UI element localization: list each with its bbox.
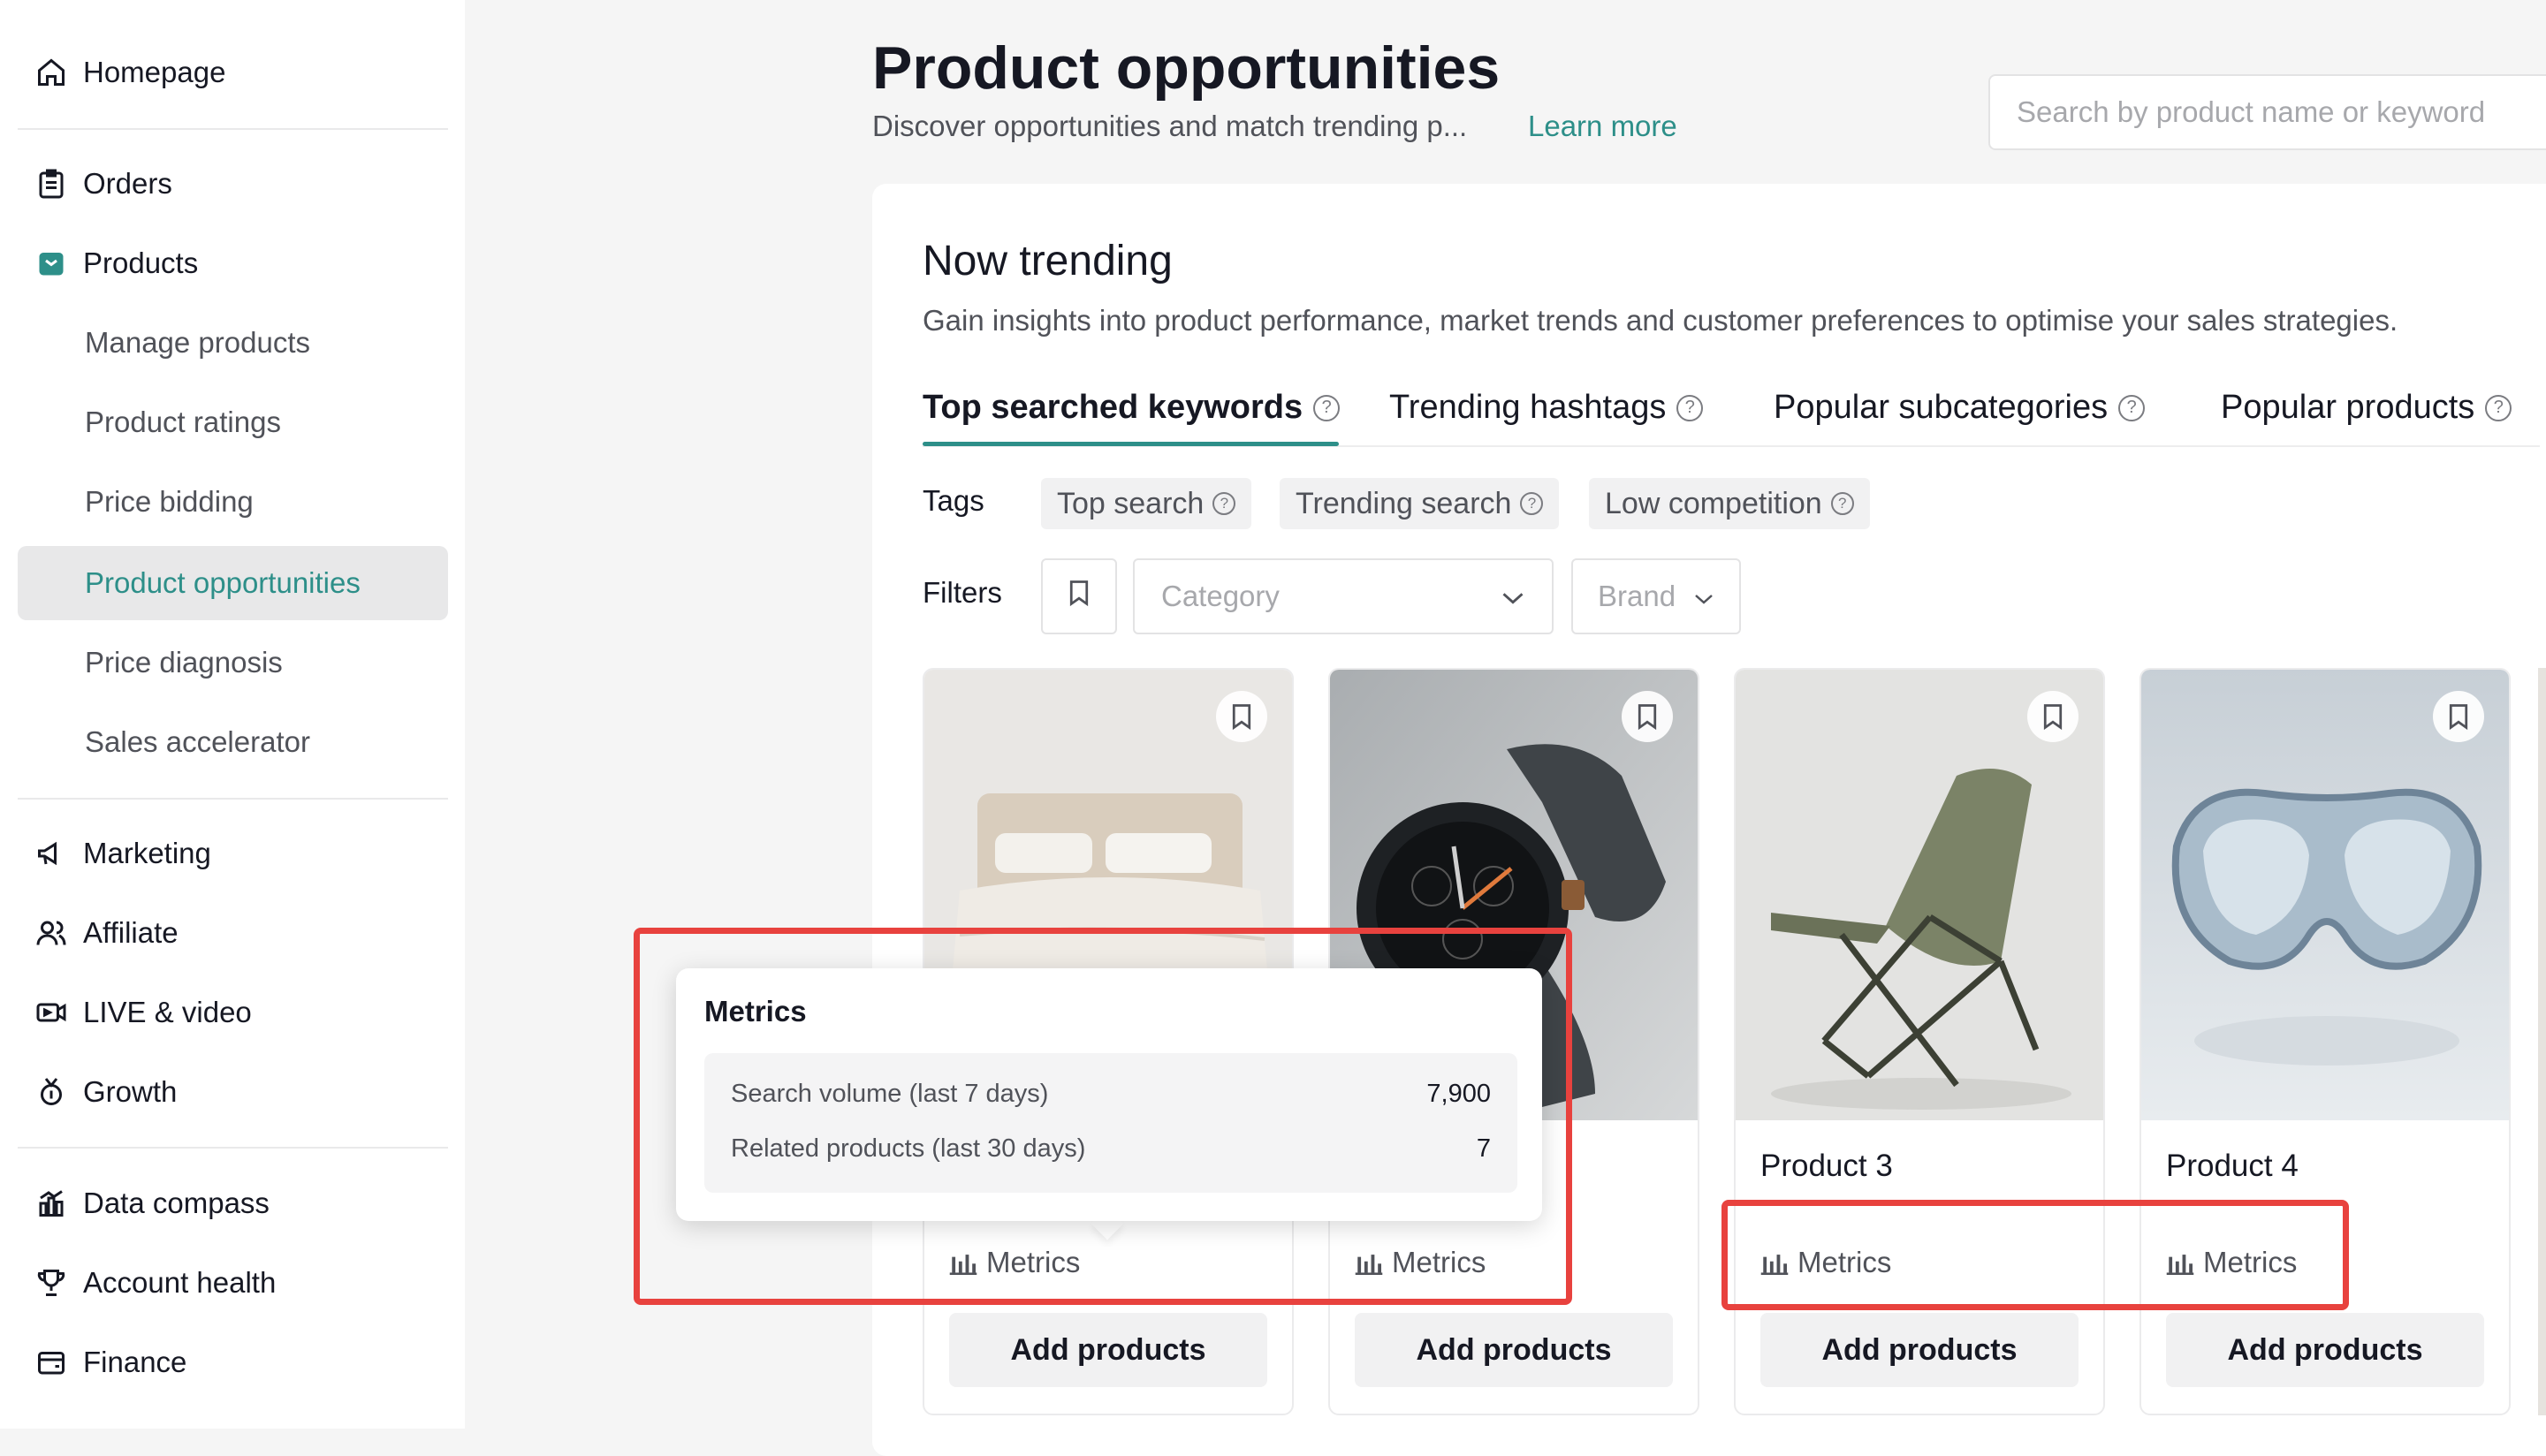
sidebar-item-label: LIVE & video [83, 996, 252, 1028]
tags-label: Tags [923, 484, 984, 517]
add-products-button[interactable]: Add products [1355, 1313, 1673, 1387]
sidebar-divider [18, 128, 448, 130]
sidebar-item-orders[interactable]: Orders [18, 147, 448, 221]
video-icon [35, 997, 67, 1028]
sidebar-item-products[interactable]: Products [18, 226, 448, 300]
help-icon[interactable]: ? [2118, 394, 2146, 421]
bookmark-icon [1066, 578, 1092, 615]
tab-popular-products[interactable]: Popular products ? [2221, 389, 2512, 427]
sidebar-item-label: Affiliate [83, 916, 179, 949]
sidebar-item-label: Manage products [85, 326, 310, 359]
section-description: Gain insights into product performance, … [923, 304, 2398, 337]
help-icon[interactable]: ? [2485, 394, 2512, 421]
category-dropdown[interactable]: Category [1133, 558, 1554, 634]
tag-trending-search[interactable]: Trending search ? [1280, 478, 1560, 529]
help-icon[interactable]: ? [1830, 492, 1854, 515]
brand-placeholder: Brand [1598, 580, 1676, 612]
highlight-box-tooltip [634, 928, 1572, 1305]
sidebar-item-sales-accelerator[interactable]: Sales accelerator [18, 705, 448, 779]
saved-filter-button[interactable] [1041, 558, 1117, 634]
tab-label: Top searched keywords [923, 389, 1303, 426]
home-icon [35, 57, 67, 88]
tab-trending-hashtags[interactable]: Trending hashtags ? [1389, 389, 1704, 427]
people-icon [35, 917, 67, 949]
sidebar-item-label: Data compass [83, 1187, 270, 1219]
help-icon[interactable]: ? [1313, 394, 1341, 421]
sidebar-item-affiliate[interactable]: Affiliate [18, 896, 448, 970]
tab-label: Popular products [2221, 389, 2475, 426]
sidebar-item-label: Account health [83, 1266, 277, 1299]
tag-label: Trending search [1296, 486, 1512, 520]
sidebar: Homepage Orders Products Manage products… [0, 0, 465, 1429]
sidebar-divider [18, 1147, 448, 1149]
active-tab-indicator [923, 442, 1339, 446]
chevron-down-icon [1693, 580, 1714, 613]
tab-label: Trending hashtags [1389, 389, 1667, 426]
brand-dropdown[interactable]: Brand [1571, 558, 1741, 634]
learn-more-link[interactable]: Learn more [1528, 110, 1677, 143]
bag-icon [35, 247, 67, 279]
sidebar-item-label: Sales accelerator [85, 725, 310, 758]
sidebar-item-data-compass[interactable]: Data compass [18, 1166, 448, 1240]
tag-top-search[interactable]: Top search ? [1041, 478, 1252, 529]
bookmark-button[interactable] [2027, 691, 2079, 742]
bookmark-button[interactable] [2433, 691, 2484, 742]
tag-low-competition[interactable]: Low competition ? [1589, 478, 1870, 529]
page-title: Product opportunities [872, 34, 1501, 102]
sidebar-item-label: Price bidding [85, 485, 254, 518]
sidebar-item-label: Orders [83, 167, 172, 200]
sidebar-item-label: Products [83, 246, 199, 279]
tab-popular-subcategories[interactable]: Popular subcategories ? [1774, 389, 2146, 427]
help-icon[interactable]: ? [1676, 394, 1704, 421]
product-name: Product 4 [2166, 1149, 2299, 1183]
highlight-box-metrics [1721, 1200, 2349, 1310]
sidebar-item-finance[interactable]: Finance [18, 1325, 448, 1399]
sidebar-item-label: Marketing [83, 837, 211, 869]
sidebar-item-product-opportunities[interactable]: Product opportunities [18, 546, 448, 620]
product-card-partial [2538, 668, 2546, 1415]
tag-label: Top search [1057, 486, 1205, 520]
category-placeholder: Category [1161, 580, 1280, 612]
sidebar-item-label: Product opportunities [85, 566, 361, 599]
sidebar-item-live-video[interactable]: LIVE & video [18, 975, 448, 1050]
sidebar-divider [18, 798, 448, 800]
add-products-button[interactable]: Add products [2166, 1313, 2484, 1387]
chevron-down-icon [1501, 580, 1525, 613]
sidebar-item-marketing[interactable]: Marketing [18, 816, 448, 891]
trophy-icon [35, 1267, 67, 1299]
add-products-button[interactable]: Add products [1760, 1313, 2079, 1387]
sidebar-item-label: Homepage [83, 56, 226, 88]
sidebar-item-label: Product ratings [85, 406, 281, 438]
search-input[interactable]: Search by product name or keyword [1988, 74, 2546, 150]
bookmark-button[interactable] [1622, 691, 1673, 742]
clipboard-icon [35, 168, 67, 200]
page-subtitle: Discover opportunities and match trendin… [872, 110, 1468, 142]
sidebar-item-product-ratings[interactable]: Product ratings [18, 385, 448, 459]
medal-icon [35, 1076, 67, 1108]
search-placeholder: Search by product name or keyword [2017, 95, 2486, 128]
sidebar-item-label: Growth [83, 1075, 178, 1108]
filters-label: Filters [923, 576, 1002, 609]
tab-label: Popular subcategories [1774, 389, 2109, 426]
tag-label: Low competition [1605, 486, 1822, 520]
tab-top-searched-keywords[interactable]: Top searched keywords ? [923, 389, 1341, 427]
bar-chart-icon [35, 1187, 67, 1219]
sidebar-item-price-diagnosis[interactable]: Price diagnosis [18, 626, 448, 700]
add-products-button[interactable]: Add products [949, 1313, 1267, 1387]
sidebar-item-label: Finance [83, 1346, 187, 1378]
sidebar-item-manage-products[interactable]: Manage products [18, 306, 448, 380]
sidebar-item-homepage[interactable]: Homepage [18, 35, 448, 110]
sidebar-item-account-health[interactable]: Account health [18, 1246, 448, 1320]
bookmark-button[interactable] [1216, 691, 1267, 742]
help-icon[interactable]: ? [1520, 492, 1544, 515]
section-title: Now trending [923, 238, 1173, 284]
megaphone-icon [35, 838, 67, 869]
product-name: Product 3 [1760, 1149, 1893, 1183]
help-icon[interactable]: ? [1212, 492, 1236, 515]
wallet-icon [35, 1346, 67, 1378]
sidebar-item-growth[interactable]: Growth [18, 1055, 448, 1129]
sidebar-item-price-bidding[interactable]: Price bidding [18, 465, 448, 539]
sidebar-item-label: Price diagnosis [85, 646, 283, 679]
